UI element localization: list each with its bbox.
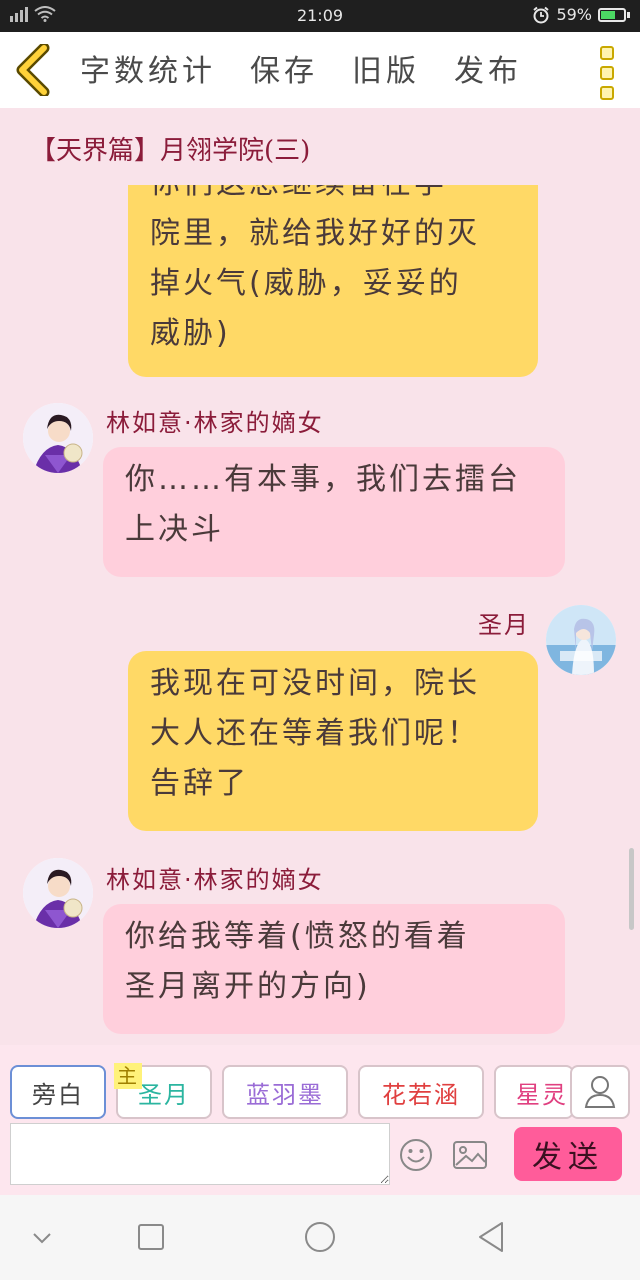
message-input[interactable] [10, 1123, 390, 1185]
scrollbar[interactable] [629, 848, 634, 930]
more-vertical-icon[interactable] [600, 46, 614, 100]
old-version-button[interactable]: 旧版 [352, 46, 420, 90]
status-right: 59% [532, 5, 630, 24]
user-icon[interactable] [570, 1065, 630, 1119]
message-line: 圣月离开的方向) [125, 969, 371, 1004]
message-line: 大人还在等着我们呢！ [150, 716, 480, 751]
battery-icon [598, 7, 626, 22]
role-label: 旁白 [32, 1080, 84, 1109]
role-selector: 旁白 主 圣月 蓝羽墨 花若涵 星灵 [10, 1063, 574, 1119]
sender-name: 圣月 [478, 611, 530, 639]
editor-toolbar: 字数统计 保存 旧版 发布 [0, 32, 640, 108]
battery-percent: 59% [556, 5, 592, 24]
avatar[interactable] [23, 858, 93, 928]
role-label: 星灵 [516, 1080, 568, 1109]
other-message-bubble[interactable]: 你给我等着(愤怒的看着 圣月离开的方向) [103, 904, 565, 1034]
home-icon[interactable] [298, 1215, 342, 1259]
status-bar: 21:09 59% [0, 0, 640, 32]
role-tab-huaruohan[interactable]: 花若涵 [358, 1065, 484, 1119]
chevron-down-icon[interactable] [20, 1215, 64, 1259]
message-line: 你们这想继续留在学 [150, 185, 518, 209]
message-line: 上决斗 [125, 512, 224, 547]
role-tab-xingling[interactable]: 星灵 [494, 1065, 574, 1119]
emoji-icon[interactable] [398, 1137, 434, 1173]
toolbar-menu: 字数统计 保存 旧版 发布 [80, 46, 522, 90]
avatar[interactable] [546, 605, 616, 675]
input-panel: 旁白 主 圣月 蓝羽墨 花若涵 星灵 发送 [0, 1045, 640, 1195]
image-icon[interactable] [452, 1139, 488, 1171]
other-message-bubble[interactable]: 你……有本事，我们去擂台 上决斗 [103, 447, 565, 577]
message-line: 你……有本事，我们去擂台 [125, 462, 521, 497]
sender-name: 林如意·林家的嫡女 [106, 866, 324, 894]
avatar[interactable] [23, 403, 93, 473]
message-line: 威胁) [150, 316, 231, 351]
chat-area[interactable]: 你们这想继续留在学 院里，就给我好好的灭 掉火气(威胁，妥妥的 威胁) 林如意·… [0, 185, 640, 1045]
role-label: 圣月 [138, 1080, 190, 1109]
message-line: 你给我等着(愤怒的看着 [125, 919, 470, 954]
message-line: 告辞了 [150, 766, 249, 801]
navigation-bar [0, 1195, 640, 1280]
role-label: 花若涵 [382, 1080, 460, 1109]
chevron-left-icon[interactable] [14, 44, 54, 96]
message-line: 掉火气(威胁，妥妥的 [150, 266, 462, 301]
main-role-badge: 主 [114, 1063, 142, 1089]
battery-tip [627, 11, 630, 18]
alarm-icon [533, 6, 550, 23]
role-tab-narration[interactable]: 旁白 [10, 1065, 106, 1119]
message-line: 我现在可没时间，院长 [150, 666, 480, 701]
word-count-button[interactable]: 字数统计 [80, 46, 216, 90]
role-label: 蓝羽墨 [246, 1080, 324, 1109]
back-triangle-icon[interactable] [470, 1215, 514, 1259]
send-button[interactable]: 发送 [514, 1127, 622, 1181]
story-title: 【天界篇】月翎学院(三) [30, 136, 311, 166]
role-tab-lanyumo[interactable]: 蓝羽墨 [222, 1065, 348, 1119]
my-message-bubble[interactable]: 你们这想继续留在学 院里，就给我好好的灭 掉火气(威胁，妥妥的 威胁) [128, 185, 538, 377]
save-button[interactable]: 保存 [250, 46, 318, 90]
message-line: 院里，就给我好好的灭 [150, 216, 480, 251]
recent-apps-icon[interactable] [129, 1215, 173, 1259]
sender-name: 林如意·林家的嫡女 [106, 409, 324, 437]
my-message-bubble[interactable]: 我现在可没时间，院长 大人还在等着我们呢！ 告辞了 [128, 651, 538, 831]
publish-button[interactable]: 发布 [454, 46, 522, 90]
role-tab-shengyue[interactable]: 主 圣月 [114, 1063, 212, 1119]
